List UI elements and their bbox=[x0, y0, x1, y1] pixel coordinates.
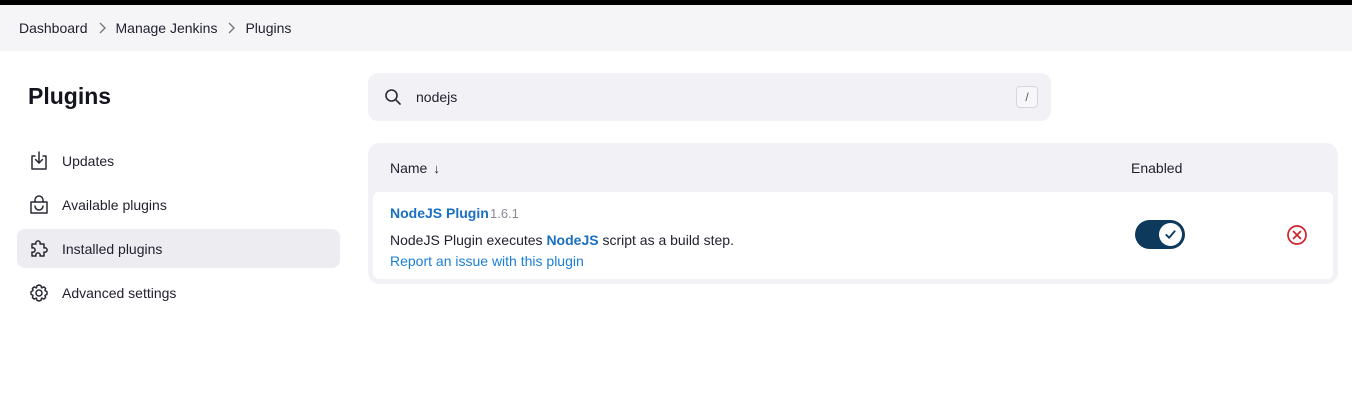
sidebar-item-available-plugins[interactable]: Available plugins bbox=[17, 185, 340, 224]
table-row: NodeJS Plugin 1.6.1 NodeJS Plugin execut… bbox=[373, 192, 1333, 279]
puzzle-piece-icon bbox=[28, 238, 50, 260]
column-header-name-label: Name bbox=[390, 160, 428, 176]
column-header-name[interactable]: Name ↓ bbox=[390, 160, 440, 176]
enabled-toggle[interactable] bbox=[1135, 220, 1185, 249]
plugin-description: NodeJS Plugin executes NodeJS script as … bbox=[390, 232, 734, 248]
keyboard-shortcut-hint: / bbox=[1016, 86, 1038, 108]
sort-down-icon: ↓ bbox=[433, 160, 440, 176]
breadcrumb-dashboard[interactable]: Dashboard bbox=[19, 20, 88, 36]
download-icon bbox=[28, 150, 50, 172]
plugins-table: Name ↓ Enabled NodeJS Plugin 1.6.1 NodeJ… bbox=[368, 143, 1338, 284]
sidebar-item-advanced-settings[interactable]: Advanced settings bbox=[17, 273, 340, 312]
page-title: Plugins bbox=[28, 83, 112, 109]
search-icon bbox=[384, 88, 402, 106]
breadcrumb: Dashboard Manage Jenkins Plugins bbox=[0, 5, 1352, 51]
report-issue-link[interactable]: Report an issue with this plugin bbox=[390, 253, 584, 269]
description-text: NodeJS Plugin executes bbox=[390, 232, 547, 248]
search-bar[interactable]: / bbox=[368, 73, 1051, 121]
uninstall-icon[interactable] bbox=[1286, 224, 1308, 246]
sidebar-item-installed-plugins[interactable]: Installed plugins bbox=[17, 229, 340, 268]
shopping-bag-icon bbox=[28, 194, 50, 216]
plugin-version: 1.6.1 bbox=[490, 206, 519, 221]
chevron-right-icon bbox=[88, 22, 116, 34]
gear-icon bbox=[28, 282, 50, 304]
chevron-right-icon bbox=[217, 22, 245, 34]
checkmark-icon bbox=[1159, 223, 1182, 246]
sidebar-item-updates[interactable]: Updates bbox=[17, 141, 340, 180]
description-text: script as a build step. bbox=[598, 232, 734, 248]
nodejs-link[interactable]: NodeJS bbox=[546, 232, 598, 248]
sidebar-item-label: Updates bbox=[62, 152, 115, 169]
sidebar-item-label: Installed plugins bbox=[62, 240, 163, 257]
sidebar-item-label: Available plugins bbox=[62, 196, 167, 213]
plugin-name-link[interactable]: NodeJS Plugin bbox=[390, 205, 489, 221]
column-header-enabled: Enabled bbox=[1131, 160, 1183, 176]
breadcrumb-manage-jenkins[interactable]: Manage Jenkins bbox=[116, 20, 218, 36]
search-input[interactable] bbox=[416, 89, 976, 105]
sidebar-item-label: Advanced settings bbox=[62, 284, 177, 301]
sidebar: Updates Available plugins Installed plug… bbox=[17, 141, 340, 317]
breadcrumb-plugins[interactable]: Plugins bbox=[245, 20, 291, 36]
